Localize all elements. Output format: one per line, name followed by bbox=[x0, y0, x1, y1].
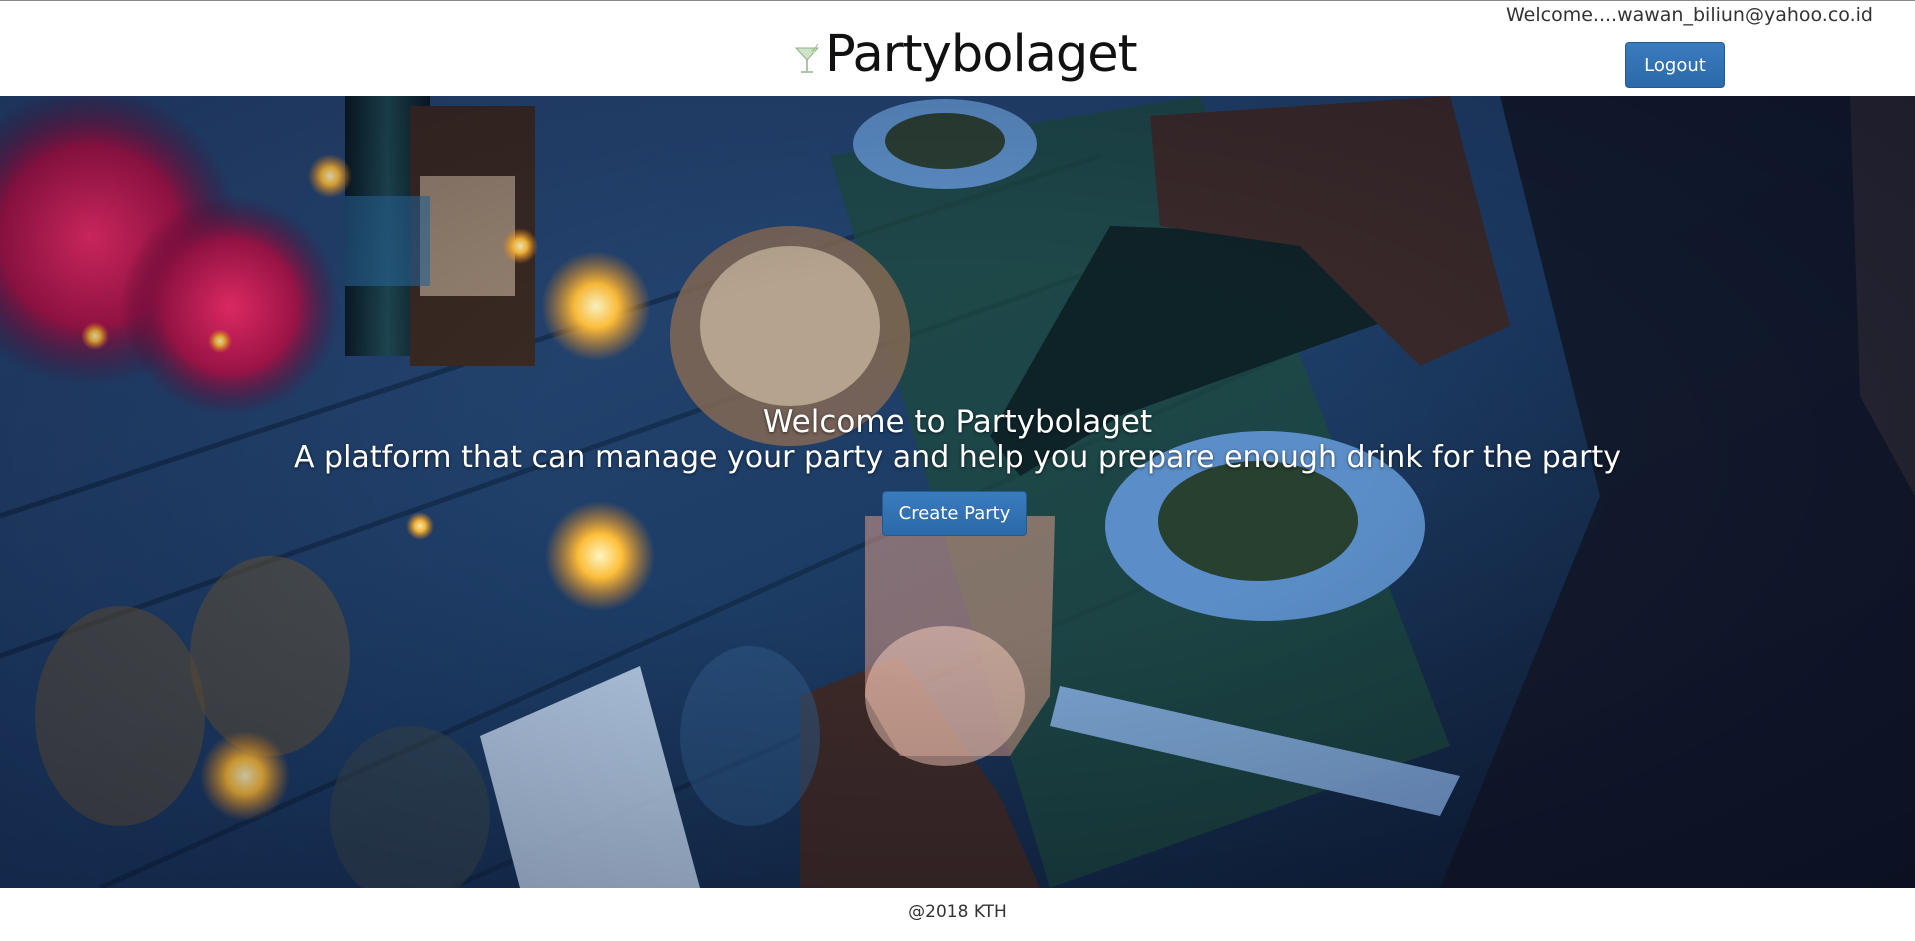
hero-subtitle: A platform that can manage your party an… bbox=[294, 440, 1621, 475]
create-party-button[interactable]: Create Party bbox=[882, 491, 1027, 536]
site-header: Partybolaget Welcome....wawan_biliun@yah… bbox=[0, 1, 1915, 96]
hero-section: Welcome to Partybolaget A platform that … bbox=[0, 96, 1915, 888]
logout-button[interactable]: Logout bbox=[1625, 42, 1725, 88]
welcome-user-text: Welcome....wawan_biliun@yahoo.co.id bbox=[1506, 4, 1873, 26]
cocktail-glass-icon bbox=[794, 43, 820, 73]
brand[interactable]: Partybolaget bbox=[793, 25, 1138, 85]
site-footer: @2018 KTH bbox=[0, 888, 1915, 941]
brand-name: Partybolaget bbox=[825, 25, 1138, 84]
copyright-text: @2018 KTH bbox=[908, 902, 1007, 922]
hero-title: Welcome to Partybolaget bbox=[762, 404, 1153, 440]
